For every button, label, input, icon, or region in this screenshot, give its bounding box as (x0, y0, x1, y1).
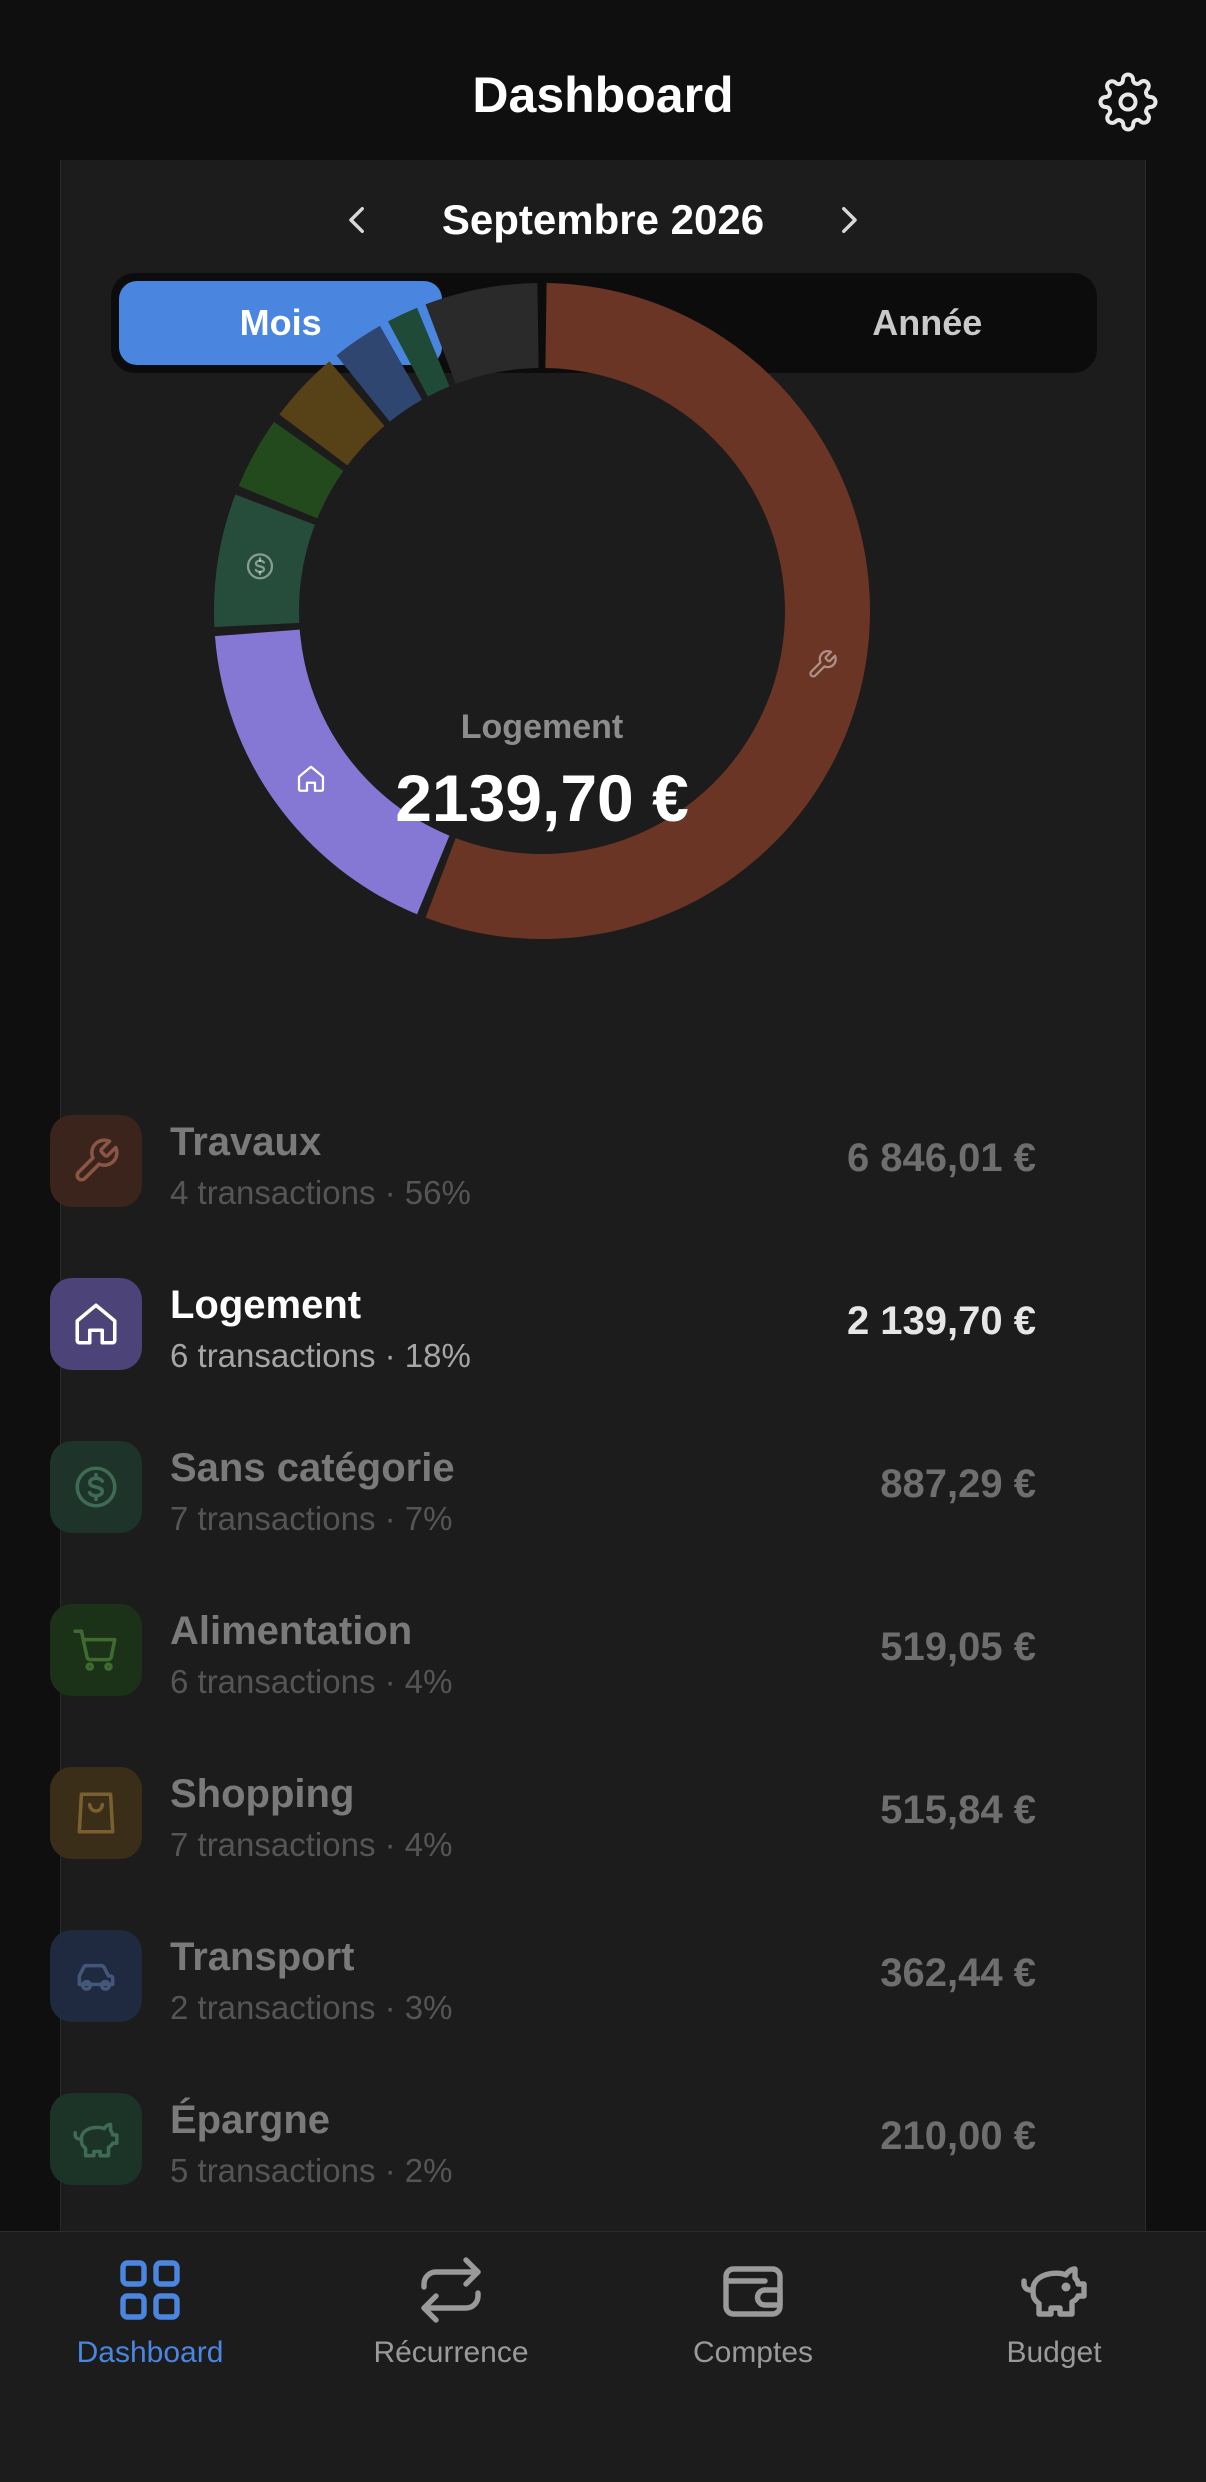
category-name: Travaux (170, 1120, 322, 1164)
category-amount: 2 139,70 € (846, 1299, 1036, 1343)
category-icon-box (50, 1278, 142, 1370)
wallet-icon (723, 2266, 783, 2317)
category-name: Logement (170, 1283, 362, 1327)
category-transactions: 7 transactions · 7% (170, 1500, 453, 1537)
tab-recurrence[interactable]: Récurrence (301, 2254, 601, 2370)
category-row-travaux[interactable]: Travaux 4 transactions · 56% 6 846,01 € (50, 1100, 1036, 1263)
category-row-shopping[interactable]: Shopping 7 transactions · 4% 515,84 € (50, 1752, 1036, 1915)
category-row-transport[interactable]: Transport 2 transactions · 3% 362,44 € (50, 1915, 1036, 2078)
gear-icon[interactable] (1098, 72, 1158, 132)
category-name: Alimentation (170, 1609, 413, 1653)
tab-dashboard-label: Dashboard (76, 2336, 224, 2369)
car-icon (77, 1963, 115, 1991)
donut-selected-category: Logement (460, 708, 624, 746)
piggy-bank-icon (1021, 2266, 1087, 2317)
category-name: Sans catégorie (170, 1446, 455, 1490)
donut-slice-2[interactable] (214, 494, 315, 628)
category-list: Travaux 4 transactions · 56% 6 846,01 € Log… (50, 1100, 1036, 2241)
donut-slice-0[interactable] (425, 283, 871, 939)
bag-icon (77, 1792, 115, 1834)
chevron-left-icon[interactable] (328, 190, 388, 250)
tab-recurrence-label: Récurrence (373, 2336, 529, 2369)
period-navigator: Septembre 2026 (61, 182, 1145, 258)
tab-dashboard[interactable]: Dashboard (0, 2254, 300, 2370)
category-transactions: 7 transactions · 4% (170, 1826, 453, 1863)
category-row-logement[interactable]: Logement 6 transactions · 18% 2 139,70 € (50, 1263, 1036, 1426)
category-icon-box (50, 2093, 142, 2185)
category-amount: 6 846,01 € (846, 1136, 1036, 1180)
chevron-right-icon[interactable] (818, 190, 878, 250)
tab-budget[interactable]: Budget (904, 2254, 1204, 2370)
bottom-tab-bar: Dashboard Récurrence Comptes Budget (0, 2231, 1206, 2482)
cart-icon (73, 1629, 117, 1671)
category-icon-box (50, 1767, 142, 1859)
category-icon-box (50, 1441, 142, 1533)
category-amount: 362,44 € (880, 1951, 1036, 1995)
category-transactions: 5 transactions · 2% (170, 2152, 453, 2189)
category-amount: 210,00 € (880, 2114, 1036, 2158)
category-icon-box (50, 1604, 142, 1696)
top-bar: Dashboard (0, 0, 1206, 160)
donut-selected-amount: 2139,70 € (395, 761, 689, 835)
tab-comptes[interactable]: Comptes (603, 2254, 903, 2370)
category-transactions: 6 transactions · 4% (170, 1663, 453, 1700)
category-donut-chart[interactable] (211, 280, 873, 942)
category-row-sans-catégorie[interactable]: Sans catégorie 7 transactions · 7% 887,29 … (50, 1426, 1036, 1589)
category-amount: 519,05 € (880, 1625, 1036, 1669)
page-title: Dashboard (472, 67, 734, 123)
dollar-icon (75, 1466, 117, 1508)
house-icon (75, 1303, 117, 1345)
category-name: Épargne (170, 2098, 331, 2142)
category-name: Shopping (170, 1772, 355, 1816)
period-label: Septembre 2026 (441, 196, 765, 243)
piggy-bank-icon (73, 2122, 119, 2158)
category-icon-box (50, 1115, 142, 1207)
tab-budget-label: Budget (1006, 2336, 1102, 2369)
category-transactions: 6 transactions · 18% (170, 1337, 471, 1374)
category-name: Transport (170, 1935, 355, 1979)
repeat-icon (421, 2257, 481, 2323)
tab-comptes-label: Comptes (692, 2336, 814, 2369)
donut-slice-7[interactable] (425, 283, 539, 384)
category-row-épargne[interactable]: Épargne 5 transactions · 2% 210,00 € (50, 2078, 1036, 2241)
category-transactions: 4 transactions · 56% (170, 1174, 471, 1211)
category-amount: 515,84 € (880, 1788, 1036, 1832)
category-amount: 887,29 € (880, 1462, 1036, 1506)
category-icon-box (50, 1930, 142, 2022)
category-row-alimentation[interactable]: Alimentation 6 transactions · 4% 519,05 € (50, 1589, 1036, 1752)
wrench-icon (75, 1138, 119, 1182)
category-transactions: 2 transactions · 3% (170, 1989, 453, 2026)
grid-icon (120, 2260, 180, 2320)
